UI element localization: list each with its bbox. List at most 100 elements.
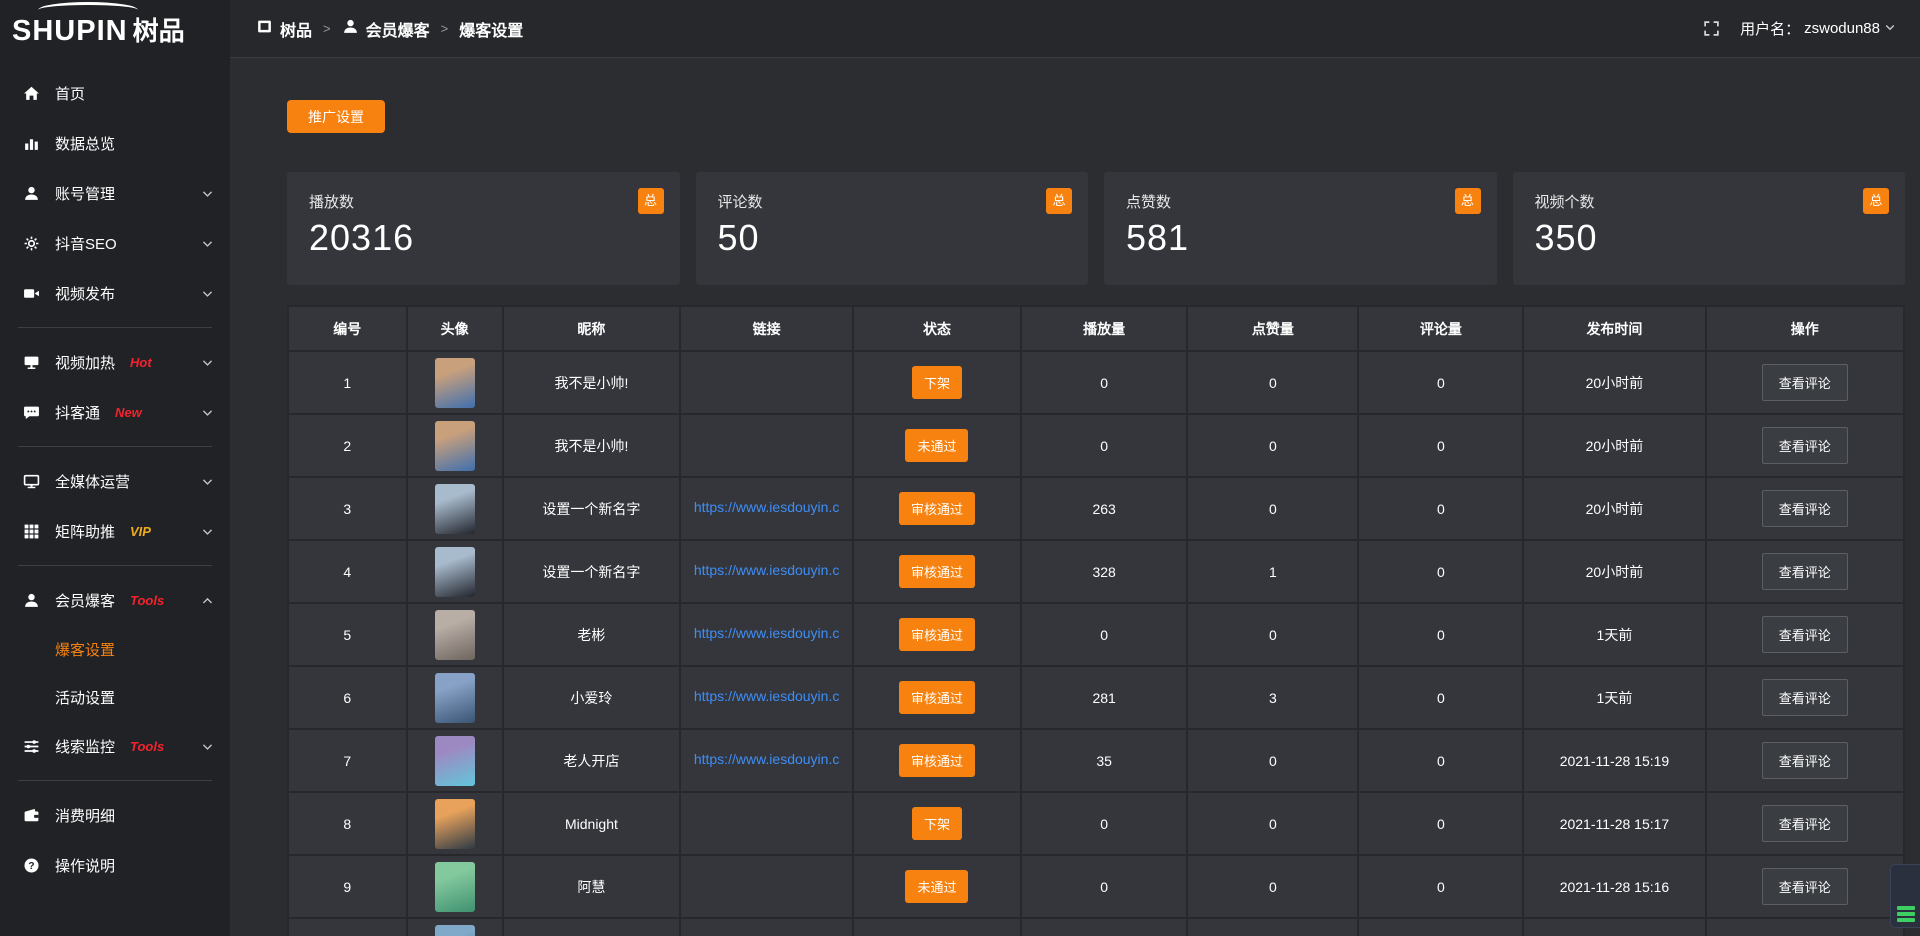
cell-likes: 0 (1188, 730, 1357, 791)
sidebar-item-consume-detail[interactable]: 消费明细 (0, 790, 230, 840)
cell-action: 查看评论 (1707, 352, 1903, 413)
doc-icon (256, 18, 273, 40)
stat-card-value: 581 (1126, 217, 1475, 259)
table-row: 2我不是小帅!未通过00020小时前查看评论 (289, 415, 1903, 476)
sidebar-item-label: 抖音SEO (55, 233, 117, 254)
cell-link: https://www.iesdouyin.c (681, 478, 852, 539)
view-comments-button[interactable]: 查看评论 (1762, 616, 1848, 653)
column-header: 昵称 (504, 307, 680, 350)
video-link[interactable]: https://www.iesdouyin.c (694, 499, 840, 515)
cell-action: 查看评论 (1707, 604, 1903, 665)
sidebar-item-clue-monitor[interactable]: 线索监控Tools (0, 721, 230, 771)
column-header: 链接 (681, 307, 852, 350)
sidebar-item-video-publish[interactable]: 视频发布 (0, 268, 230, 318)
sidebar-item-media-operation[interactable]: 全媒体运营 (0, 456, 230, 506)
total-badge: 总 (1455, 188, 1481, 214)
video-link[interactable]: https://www.iesdouyin.c (694, 688, 840, 704)
view-comments-button[interactable]: 查看评论 (1762, 868, 1848, 905)
sidebar-item-member-baoke[interactable]: 会员爆客Tools (0, 575, 230, 625)
view-comments-button[interactable]: 查看评论 (1762, 679, 1848, 716)
cell-action: 查看评论 (1707, 415, 1903, 476)
cell-avatar (408, 667, 502, 728)
stat-card-2: 点赞数 581 总 (1104, 172, 1497, 285)
cell-nickname: 设置一个新名字 (504, 478, 680, 539)
stat-card-value: 20316 (309, 217, 658, 259)
breadcrumb-label: 会员爆客 (366, 17, 430, 41)
cell-plays: 281 (1022, 667, 1186, 728)
table-wrap: 编号头像昵称链接状态播放量点赞量评论量发布时间操作 1我不是小帅!下架00020… (287, 305, 1905, 936)
username-label: 用户名： (1740, 18, 1800, 39)
sidebar-item-home[interactable]: 首页 (0, 68, 230, 118)
avatar (435, 736, 475, 786)
cell-comments: 0 (1359, 604, 1522, 665)
view-comments-button[interactable]: 查看评论 (1762, 553, 1848, 590)
promo-settings-button[interactable]: 推广设置 (287, 100, 385, 133)
cell-status (854, 919, 1020, 936)
cell-likes: 0 (1188, 793, 1357, 854)
cell-action (1707, 919, 1903, 936)
column-header: 状态 (854, 307, 1020, 350)
video-link[interactable]: https://www.iesdouyin.c (694, 562, 840, 578)
video-link[interactable]: https://www.iesdouyin.c (694, 625, 840, 641)
cell-no: 5 (289, 604, 406, 665)
breadcrumb-item-member-baoke[interactable]: 会员爆客 (342, 17, 430, 41)
cell-status: 审核通过 (854, 667, 1020, 728)
sidebar-item-douketong[interactable]: 抖客通New (0, 387, 230, 437)
stat-card-label: 点赞数 (1126, 191, 1475, 212)
cell-avatar (408, 856, 502, 917)
sidebar: SHUPIN 树品 首页数据总览账号管理抖音SEO 视频发布视频加热Hot抖客通N… (0, 0, 230, 936)
menu-divider (18, 446, 212, 447)
status-badge: 审核通过 (899, 618, 975, 651)
view-comments-button[interactable]: 查看评论 (1762, 805, 1848, 842)
stat-card-value: 50 (718, 217, 1067, 259)
menu-divider (18, 780, 212, 781)
status-badge: 审核通过 (899, 555, 975, 588)
fullscreen-icon[interactable] (1703, 20, 1720, 37)
sidebar-item-tag: New (115, 405, 142, 420)
cell-time: 2021-11-28 15:17 (1524, 793, 1704, 854)
breadcrumb-item-baoke-settings[interactable]: 爆客设置 (459, 17, 523, 41)
cell-comments: 0 (1359, 730, 1522, 791)
cell-time: 20小时前 (1524, 541, 1704, 602)
cell-plays: 328 (1022, 541, 1186, 602)
sidebar-item-video-heat[interactable]: 视频加热Hot (0, 337, 230, 387)
cell-nickname: 老人开店 (504, 730, 680, 791)
avatar (435, 673, 475, 723)
sidebar-item-tag: Tools (130, 739, 164, 754)
sidebar-item-account-management[interactable]: 账号管理 (0, 168, 230, 218)
cell-no: 7 (289, 730, 406, 791)
sidebar-item-baoke-settings[interactable]: 爆客设置 (0, 625, 230, 673)
floating-widget[interactable] (1890, 864, 1920, 928)
video-link[interactable]: https://www.iesdouyin.c (694, 751, 840, 767)
cell-nickname: 设置一个新名字 (504, 541, 680, 602)
cell-likes: 0 (1188, 352, 1357, 413)
cell-likes: 1 (1188, 541, 1357, 602)
cell-link (681, 919, 852, 936)
chat-icon (22, 404, 40, 421)
username-value: zswodun88 (1804, 20, 1880, 37)
cell-link: https://www.iesdouyin.c (681, 667, 852, 728)
breadcrumb-item-shupin[interactable]: 树品 (256, 17, 312, 41)
cell-link (681, 352, 852, 413)
cell-link: https://www.iesdouyin.c (681, 541, 852, 602)
sidebar-item-matrix-boost[interactable]: 矩阵助推VIP (0, 506, 230, 556)
cell-link: https://www.iesdouyin.c (681, 604, 852, 665)
cell-no: 10 (289, 919, 406, 936)
sidebar-item-data-overview[interactable]: 数据总览 (0, 118, 230, 168)
logo-text: SHUPIN 树品 (12, 11, 185, 48)
cell-plays (1022, 919, 1186, 936)
cell-nickname: Midnight (504, 793, 680, 854)
sidebar-item-label: 首页 (55, 83, 85, 104)
view-comments-button[interactable]: 查看评论 (1762, 490, 1848, 527)
stat-card-1: 评论数50总 (696, 172, 1089, 285)
view-comments-button[interactable]: 查看评论 (1762, 364, 1848, 401)
sidebar-item-douyin-seo[interactable]: 抖音SEO (0, 218, 230, 268)
user-menu[interactable]: 用户名：zswodun88 (1740, 18, 1896, 39)
cell-likes: 0 (1188, 415, 1357, 476)
sidebar-item-operation-guide[interactable]: ?操作说明 (0, 840, 230, 890)
sidebar-item-activity-settings[interactable]: 活动设置 (0, 673, 230, 721)
logo[interactable]: SHUPIN 树品 (0, 0, 230, 58)
grid-icon (22, 523, 40, 540)
view-comments-button[interactable]: 查看评论 (1762, 742, 1848, 779)
view-comments-button[interactable]: 查看评论 (1762, 427, 1848, 464)
